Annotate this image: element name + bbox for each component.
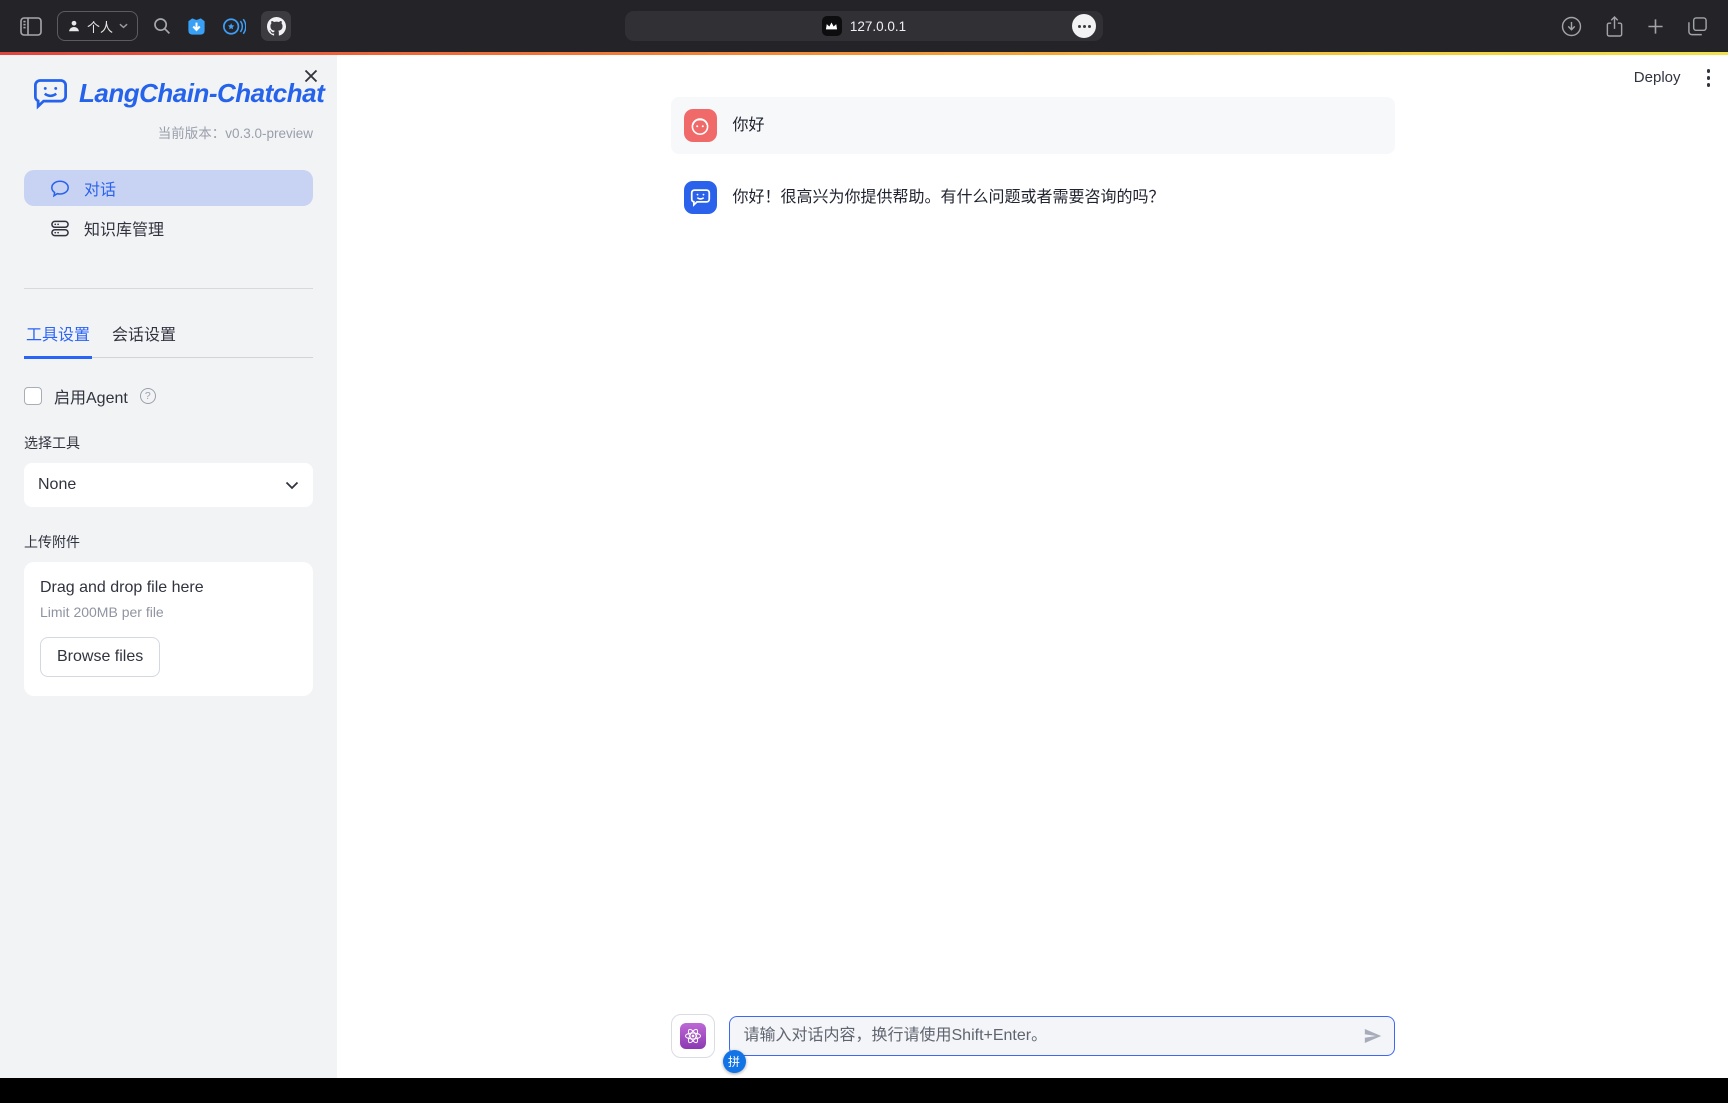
nav-item-dialogue[interactable]: 对话 [24, 170, 313, 206]
search-icon[interactable] [153, 17, 171, 35]
uploader-instructions: Drag and drop file here [40, 579, 297, 597]
browser-toolbar: 个人 [0, 0, 1728, 52]
chat-input-row: 拼 [671, 1014, 1395, 1058]
downloads-icon[interactable] [1561, 16, 1582, 37]
github-icon[interactable] [261, 11, 291, 41]
chat-message-assistant: 你好！很高兴为你提供帮助。有什么问题或者需要咨询的吗？ [671, 169, 1395, 226]
upload-label: 上传附件 [24, 532, 313, 552]
chat-message-list: 你好 你好！很高兴为你提供帮助。有什么问题或者需要咨询的吗？ [671, 97, 1395, 226]
share-icon[interactable] [1605, 15, 1624, 38]
page-options-button[interactable] [1072, 14, 1096, 38]
database-icon [50, 219, 70, 238]
deploy-button[interactable]: Deploy [1634, 69, 1681, 86]
chat-bubble-icon [50, 179, 70, 198]
message-text: 你好！很高兴为你提供帮助。有什么问题或者需要咨询的吗？ [733, 181, 1165, 214]
toolbar-left-group: 个人 [0, 11, 291, 41]
tool-select-label: 选择工具 [24, 433, 313, 453]
tool-select-value: None [38, 476, 76, 494]
nav-item-label: 对话 [84, 176, 116, 200]
extension-downloader-icon[interactable] [186, 16, 207, 37]
nav-item-label: 知识库管理 [84, 216, 164, 240]
brand: LangChain-Chatchat [24, 77, 313, 110]
browse-files-button[interactable]: Browse files [40, 637, 160, 677]
assistant-avatar [684, 181, 717, 214]
main-content: Deploy 你好 [337, 55, 1728, 1078]
help-icon[interactable]: ? [140, 388, 156, 404]
settings-tabs: 工具设置 会话设置 [24, 321, 313, 358]
tab-tool-settings[interactable]: 工具设置 [24, 321, 92, 359]
agent-checkbox[interactable] [24, 387, 42, 405]
uploader-limit: Limit 200MB per file [40, 604, 297, 620]
chat-input[interactable] [729, 1016, 1395, 1056]
chatchat-logo-icon [32, 77, 69, 110]
tool-select[interactable]: None [24, 463, 313, 507]
nav-item-knowledge-base[interactable]: 知识库管理 [24, 210, 313, 246]
agent-checkbox-label: 启用Agent [54, 384, 128, 408]
model-settings-button[interactable] [671, 1014, 715, 1058]
site-favicon [822, 16, 842, 36]
bottom-black-bar [0, 1078, 1728, 1103]
chat-message-user: 你好 [671, 97, 1395, 154]
chevron-down-icon [285, 481, 299, 490]
extension-rings-icon[interactable] [222, 16, 246, 37]
chevron-down-icon [119, 23, 128, 29]
ime-pinyin-badge: 拼 [723, 1050, 746, 1073]
sidebar-close-button[interactable] [303, 68, 319, 84]
chat-input-container: 拼 [729, 1016, 1395, 1056]
message-text: 你好 [733, 109, 765, 142]
send-icon[interactable] [1363, 1027, 1383, 1045]
profile-label: 个人 [87, 17, 113, 36]
person-icon [67, 19, 81, 33]
streamlit-header: Deploy [1634, 67, 1712, 89]
sidebar-toggle-icon[interactable] [20, 17, 42, 36]
address-bar[interactable]: 127.0.0.1 [625, 11, 1103, 41]
tab-overview-icon[interactable] [1687, 16, 1708, 37]
atom-icon [680, 1023, 706, 1049]
user-avatar [684, 109, 717, 142]
tab-group-button[interactable]: 个人 [57, 11, 138, 41]
tab-session-settings[interactable]: 会话设置 [110, 321, 178, 357]
screen: 个人 [0, 0, 1728, 1103]
menu-kebab-icon[interactable] [1705, 67, 1713, 89]
url-text: 127.0.0.1 [850, 19, 906, 34]
toolbar-right-group [1561, 0, 1708, 52]
sidebar-nav: 对话 知识库管理 [24, 170, 313, 246]
file-uploader-dropzone[interactable]: Drag and drop file here Limit 200MB per … [24, 562, 313, 696]
new-tab-icon[interactable] [1647, 18, 1664, 35]
enable-agent-row: 启用Agent ? [24, 384, 313, 408]
version-label: 当前版本：v0.3.0-preview [24, 122, 313, 142]
brand-title: LangChain-Chatchat [79, 78, 324, 109]
app-body: LangChain-Chatchat 当前版本：v0.3.0-preview 对… [0, 55, 1728, 1078]
sidebar: LangChain-Chatchat 当前版本：v0.3.0-preview 对… [0, 55, 337, 1078]
sidebar-divider [24, 288, 313, 289]
